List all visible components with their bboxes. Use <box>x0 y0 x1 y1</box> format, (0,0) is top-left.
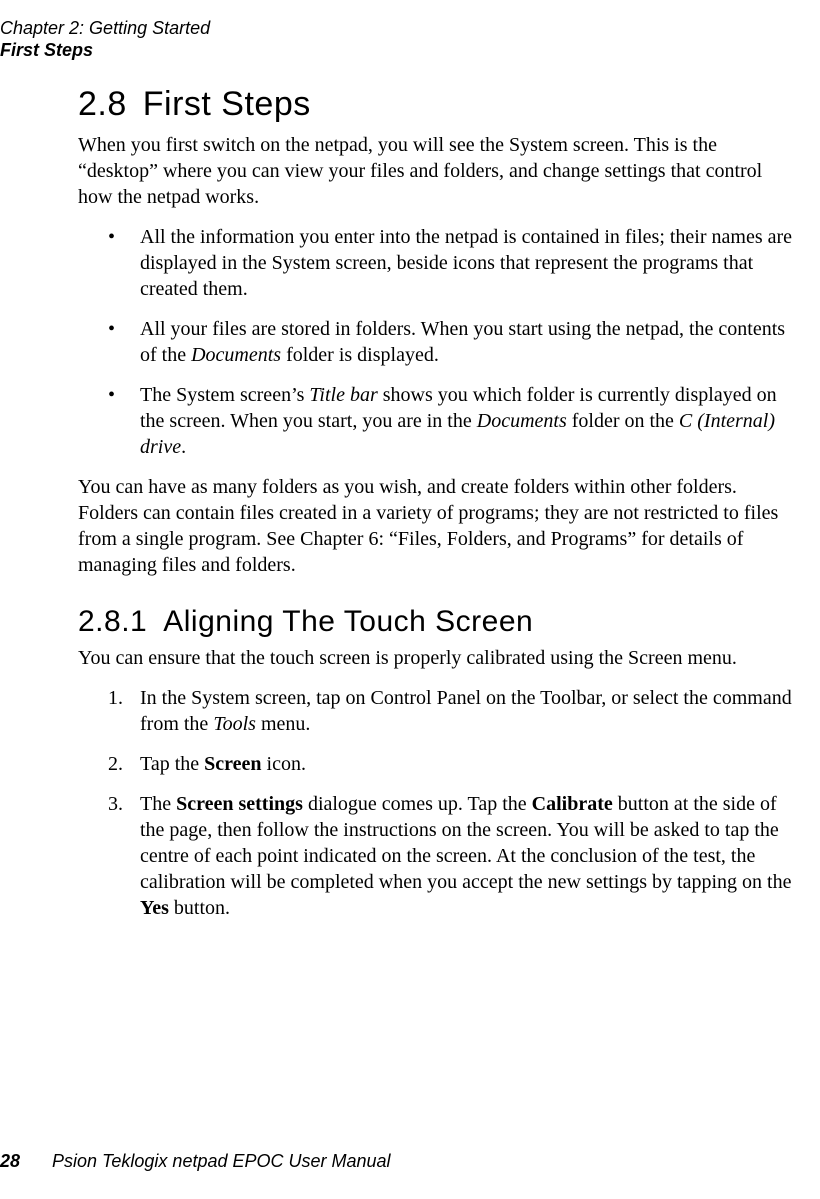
bullet-item: All your files are stored in folders. Wh… <box>78 316 796 368</box>
bullet-text: folder on the <box>567 410 679 432</box>
bold-term: Calibrate <box>532 793 613 815</box>
heading-2-8-1: 2.8.1 Aligning The Touch Screen <box>78 602 796 641</box>
step-text: menu. <box>256 713 310 735</box>
running-header: Chapter 2: Getting Started First Steps <box>0 18 210 61</box>
intro-paragraph: When you first switch on the netpad, you… <box>78 132 796 210</box>
bullet-text: The System screen’s <box>140 384 309 406</box>
step-item: In the System screen, tap on Control Pan… <box>78 685 796 737</box>
step-text: The <box>140 793 176 815</box>
bold-term: Yes <box>140 897 169 919</box>
bullet-text: folder is displayed. <box>281 344 439 366</box>
step-item: Tap the Screen icon. <box>78 751 796 777</box>
bullet-item: The System screen’s Title bar shows you … <box>78 382 796 460</box>
page-content: 2.8 First Steps When you first switch on … <box>78 82 796 935</box>
heading-number: 2.8 <box>78 85 127 123</box>
step-text: button. <box>169 897 230 919</box>
heading-2-8: 2.8 First Steps <box>78 82 796 126</box>
italic-term: Documents <box>191 344 281 366</box>
bullet-text: . <box>181 436 186 458</box>
page-number: 28 <box>0 1151 20 1171</box>
bold-term: Screen settings <box>176 793 303 815</box>
italic-term: Tools <box>213 713 256 735</box>
heading-text: First Steps <box>143 85 311 123</box>
intro-paragraph: You can ensure that the touch screen is … <box>78 645 796 671</box>
step-list: In the System screen, tap on Control Pan… <box>78 685 796 921</box>
italic-term: Title bar <box>309 384 377 406</box>
italic-term: Documents <box>477 410 567 432</box>
heading-text: Aligning The Touch Screen <box>163 605 533 638</box>
bullet-item: All the information you enter into the n… <box>78 224 796 302</box>
manual-title: Psion Teklogix netpad EPOC User Manual <box>52 1151 391 1171</box>
body-paragraph: You can have as many folders as you wish… <box>78 474 796 578</box>
step-text: Tap the <box>140 753 204 775</box>
step-item: The Screen settings dialogue comes up. T… <box>78 791 796 921</box>
bold-term: Screen <box>204 753 261 775</box>
running-footer: 28 Psion Teklogix netpad EPOC User Manual <box>0 1150 391 1173</box>
chapter-title: Chapter 2: Getting Started <box>0 18 210 40</box>
section-title: First Steps <box>0 40 210 62</box>
bullet-list: All the information you enter into the n… <box>78 224 796 460</box>
step-text: dialogue comes up. Tap the <box>303 793 532 815</box>
step-text: icon. <box>262 753 306 775</box>
heading-number: 2.8.1 <box>78 605 147 638</box>
bullet-text: All the information you enter into the n… <box>140 226 792 300</box>
